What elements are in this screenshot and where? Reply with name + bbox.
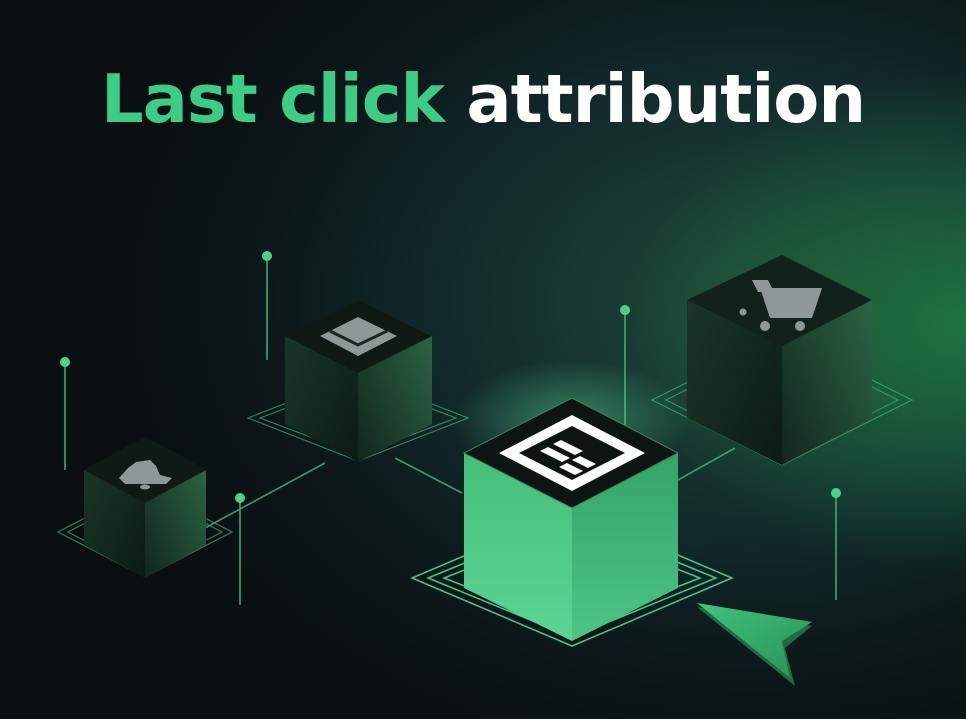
title-highlight: Last click <box>100 60 445 138</box>
browser-cube <box>452 360 692 641</box>
illustration: Last click attribution <box>0 0 966 719</box>
page-title: Last click attribution <box>0 66 966 133</box>
title-rest: attribution <box>466 60 866 138</box>
